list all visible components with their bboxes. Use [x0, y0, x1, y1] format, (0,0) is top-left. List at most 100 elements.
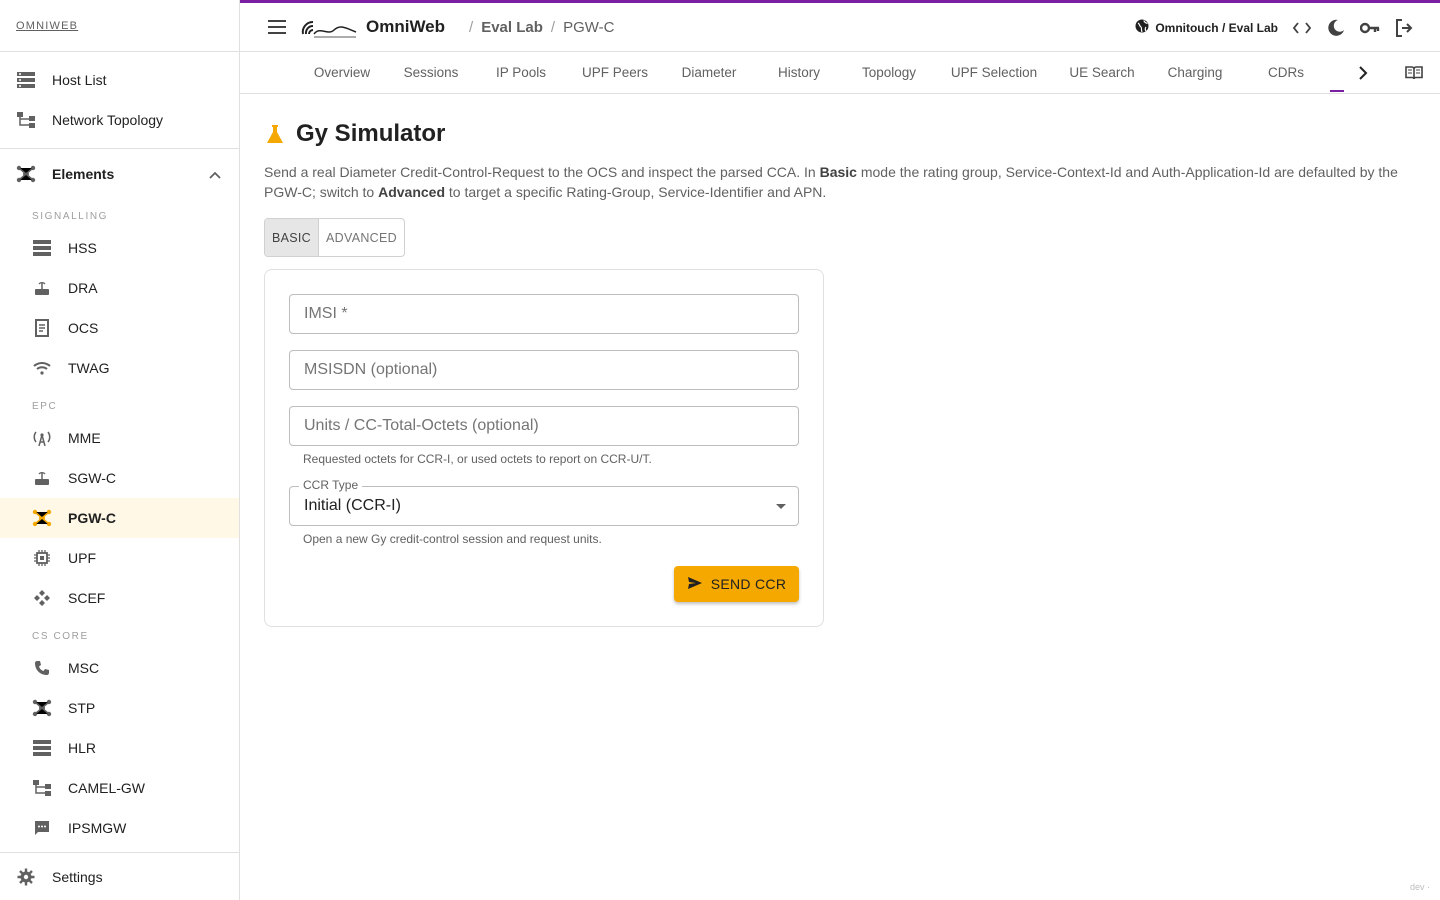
breadcrumb-separator: /: [469, 18, 474, 36]
msisdn-input[interactable]: MSISDN (optional): [289, 350, 799, 390]
sidebar-item-mme[interactable]: MME: [0, 418, 239, 458]
sidebar-item-settings[interactable]: Settings: [0, 852, 239, 900]
sidebar-item-label: SGW-C: [68, 470, 116, 486]
sidebar-item-upf[interactable]: UPF: [0, 538, 239, 578]
tenant-label: Omnitouch / Eval Lab: [1155, 20, 1278, 35]
section-label-cs-core: CS CORE: [32, 631, 89, 642]
host-list-icon: [16, 70, 36, 90]
tab-upf-peers[interactable]: UPF Peers: [570, 52, 660, 93]
ccr-type-label: CCR Type: [299, 478, 363, 492]
desc-advanced: Advanced: [378, 184, 446, 200]
tab-charging[interactable]: Charging: [1158, 52, 1232, 93]
units-placeholder: Units / CC-Total-Octets (optional): [304, 417, 539, 434]
chevron-up-icon[interactable]: [209, 166, 221, 182]
breadcrumb-pgw-c: PGW-C: [563, 18, 615, 36]
sidebar-item-ipsmgw[interactable]: IPSMGW: [0, 808, 239, 848]
breadcrumb-separator: /: [550, 18, 556, 36]
nav-top: Host List Network Topology: [0, 52, 239, 140]
tab-bar: Overview Sessions IP Pools UPF Peers Dia…: [240, 52, 1440, 94]
tab-upf-selection[interactable]: UPF Selection: [944, 52, 1044, 93]
ccr-type-helper-text: Open a new Gy credit-control session and…: [303, 532, 602, 546]
tab-topology[interactable]: Topology: [852, 52, 926, 93]
sidebar-item-msc[interactable]: MSC: [0, 648, 239, 688]
nav-item-label: Host List: [52, 72, 107, 88]
tenant-selector[interactable]: Omnitouch / Eval Lab: [1135, 19, 1278, 36]
desc-part-3: to target a specific Rating-Group, Servi…: [445, 184, 827, 200]
logout-icon[interactable]: [1394, 18, 1414, 38]
app-name[interactable]: OmniWeb: [366, 17, 445, 37]
globe-icon: [1135, 19, 1149, 36]
chip-icon: [32, 548, 52, 568]
nav-item-host-list[interactable]: Host List: [0, 60, 239, 100]
imsi-input[interactable]: IMSI *: [289, 294, 799, 334]
sidebar-item-label: IPSMGW: [68, 820, 127, 836]
sidebar-item-dra[interactable]: DRA: [0, 268, 239, 308]
send-ccr-button[interactable]: SEND CCR: [674, 566, 799, 602]
nav-item-label: Network Topology: [52, 112, 164, 128]
storage-icon: [32, 238, 52, 258]
sidebar-item-label: DRA: [68, 280, 98, 296]
wifi-icon: [32, 358, 52, 378]
sidebar-item-sgw-c[interactable]: SGW-C: [0, 458, 239, 498]
tab-sessions[interactable]: Sessions: [390, 52, 472, 93]
sidebar-item-label: MME: [68, 430, 101, 446]
receipt-icon: [32, 318, 52, 338]
imsi-placeholder: IMSI *: [304, 305, 348, 322]
omnitouch-logo: [300, 14, 358, 40]
ccr-type-select[interactable]: CCR Type Initial (CCR-I): [289, 478, 799, 526]
brand-link[interactable]: OMNIWEB: [16, 20, 78, 32]
hub-icon: [32, 698, 52, 718]
sidebar-item-twag[interactable]: TWAG: [0, 348, 239, 388]
sidebar-item-stp[interactable]: STP: [0, 688, 239, 728]
sidebar-item-hss[interactable]: HSS: [0, 228, 239, 268]
sidebar-item-pgw-c[interactable]: PGW-C: [0, 498, 239, 538]
tab-cdrs[interactable]: CDRs: [1250, 52, 1322, 93]
brand: OMNIWEB: [0, 0, 239, 52]
sidebar-item-scef[interactable]: SCEF: [0, 578, 239, 618]
sidebar-scroll[interactable]: Elements SIGNALLING HSS DRA OCS TWAG EPC…: [0, 150, 239, 851]
sidebar-item-ocs[interactable]: OCS: [0, 308, 239, 348]
chevron-right-icon[interactable]: [1352, 62, 1374, 84]
top-bar: OmniWeb / Eval Lab / PGW-C Omnitouch / E…: [240, 0, 1440, 52]
mode-advanced-button[interactable]: ADVANCED: [319, 219, 404, 256]
router-icon: [32, 468, 52, 488]
topology-icon: [32, 778, 52, 798]
nav-item-network-topology[interactable]: Network Topology: [0, 100, 239, 140]
tab-overview[interactable]: Overview: [298, 52, 386, 93]
code-icon[interactable]: [1292, 18, 1312, 38]
antenna-icon: [32, 428, 52, 448]
sidebar-item-hlr[interactable]: HLR: [0, 728, 239, 768]
elements-group-header[interactable]: Elements: [0, 150, 239, 198]
desc-basic: Basic: [819, 164, 857, 180]
tab-history[interactable]: History: [764, 52, 834, 93]
ccr-type-value: Initial (CCR-I): [304, 497, 401, 514]
sidebar-item-camel-gw[interactable]: CAMEL-GW: [0, 768, 239, 808]
section-label-signalling: SIGNALLING: [32, 211, 109, 222]
hub-icon: [32, 508, 52, 528]
msisdn-placeholder: MSISDN (optional): [304, 361, 438, 378]
mode-basic-button[interactable]: BASIC: [265, 219, 320, 256]
settings-label: Settings: [52, 868, 103, 885]
dropdown-arrow-icon: [776, 504, 786, 509]
sidebar-item-label: TWAG: [68, 360, 110, 376]
breadcrumb-eval-lab[interactable]: Eval Lab: [481, 19, 543, 36]
units-helper-text: Requested octets for CCR-I, or used octe…: [303, 452, 652, 466]
elements-icon: [16, 164, 36, 184]
sidebar-item-label: PGW-C: [68, 510, 116, 526]
phone-icon: [32, 658, 52, 678]
tab-diameter[interactable]: Diameter: [672, 52, 746, 93]
key-icon[interactable]: [1360, 18, 1380, 38]
docs-icon[interactable]: [1404, 62, 1424, 84]
tab-ip-pools[interactable]: IP Pools: [484, 52, 558, 93]
menu-icon[interactable]: [266, 16, 288, 38]
sidebar-item-label: HLR: [68, 740, 97, 756]
desc-part-1: Send a real Diameter Credit-Control-Requ…: [264, 164, 820, 180]
router-icon: [32, 278, 52, 298]
sidebar-item-label: MSC: [68, 660, 100, 676]
tab-ue-search[interactable]: UE Search: [1062, 52, 1142, 93]
storage-icon: [32, 738, 52, 758]
dark-mode-icon[interactable]: [1326, 18, 1346, 38]
flask-icon: [264, 123, 286, 145]
sidebar-item-label: HSS: [68, 240, 97, 256]
units-input[interactable]: Units / CC-Total-Octets (optional): [289, 406, 799, 446]
